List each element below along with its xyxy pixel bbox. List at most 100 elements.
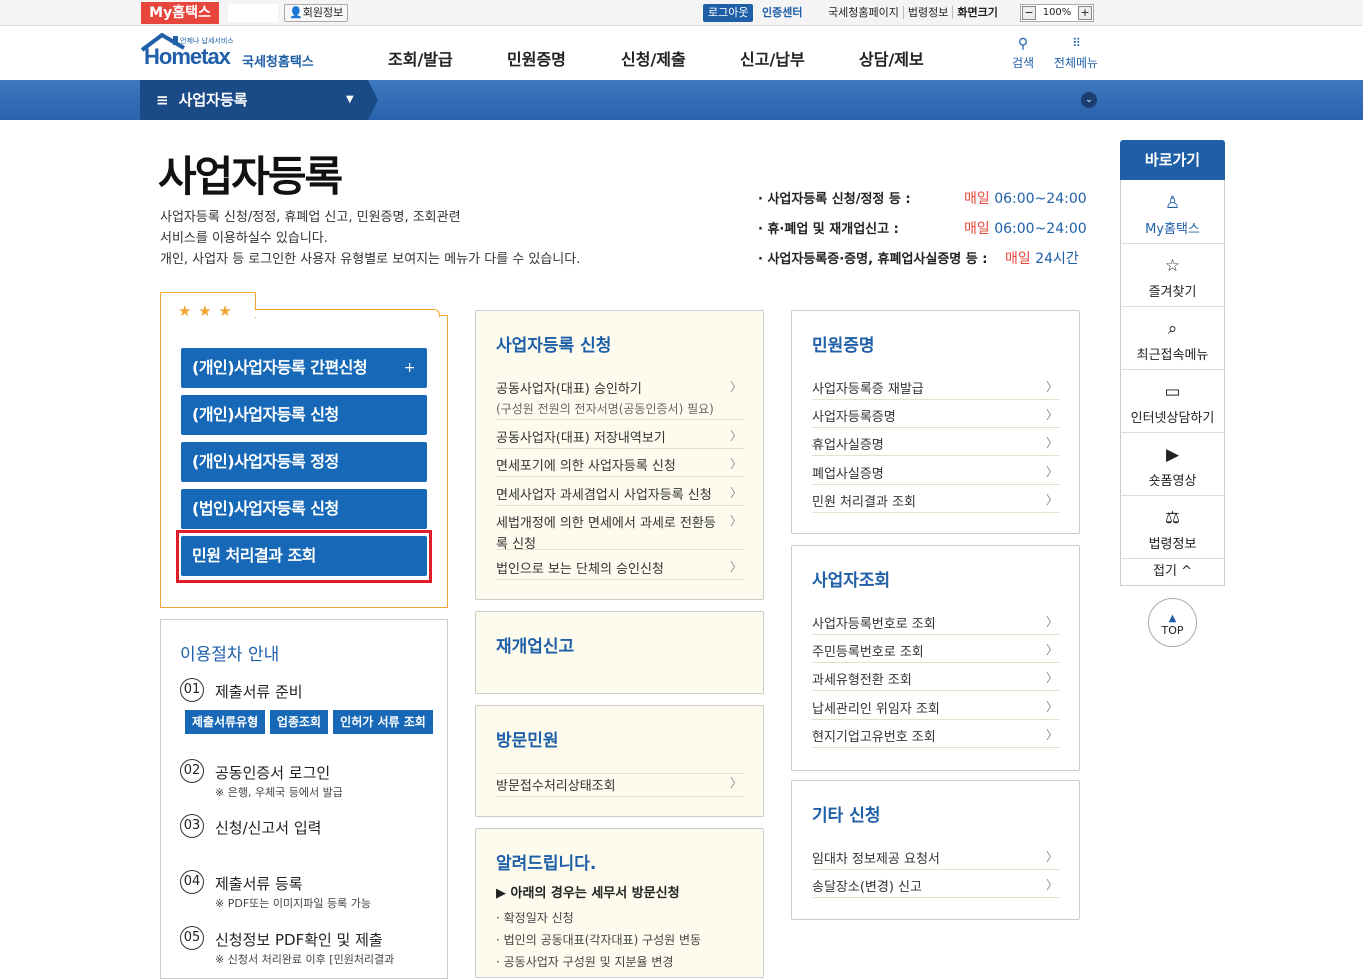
hours-label-3: · 사업자등록증·증명, 휴폐업사실증명 등 :: [758, 252, 988, 267]
panel-link[interactable]: 과세유형전환 조회 〉: [812, 669, 1060, 691]
panel-link[interactable]: 사업자등록증 재발급 〉: [812, 378, 1060, 400]
cert-panel-title: 민원증명: [812, 336, 875, 356]
caret-down-icon[interactable]: ▼: [346, 80, 354, 120]
chevron-right-icon: 〉: [729, 486, 742, 500]
panel-link[interactable]: 면세포기에 의한 사업자등록 신청 〉: [496, 455, 744, 477]
chevron-right-icon: 〉: [1045, 436, 1058, 450]
panel-link[interactable]: 휴업사실증명 〉: [812, 434, 1060, 456]
chevron-right-icon: 〉: [1045, 493, 1058, 507]
guide-title: 이용절차 안내: [180, 645, 280, 665]
quick-short-video[interactable]: ▶ 숏폼영상: [1120, 433, 1225, 496]
hamburger-icon: ≡: [156, 91, 169, 109]
chevron-right-icon: 〉: [729, 380, 742, 394]
permit-doc-button[interactable]: 인허가 서류 조회: [333, 710, 433, 734]
step-title: 공동인증서 로그인: [215, 764, 331, 782]
nav-expand-icon[interactable]: ⌄: [1081, 92, 1097, 108]
quick-online-consult[interactable]: ▭ 인터넷상담하기: [1120, 370, 1225, 433]
recent-search-icon: ⌕: [1167, 319, 1178, 339]
user-name: [228, 4, 278, 22]
panel-link[interactable]: 공동사업자(대표) 승인하기 (구성원 전원의 전자서명(공동인증서) 필요) 〉: [496, 378, 744, 420]
notice-lead: ▶ 아래의 경우는 세무서 방문신청: [496, 886, 680, 901]
member-info-button[interactable]: 👤회원정보: [284, 4, 349, 22]
panel-link[interactable]: 법인으로 보는 단체의 승인신청 〉: [496, 558, 744, 580]
step-title: 제출서류 등록: [215, 875, 303, 893]
gnb-item-certificate[interactable]: 민원증명: [507, 46, 566, 70]
gnb-item-report[interactable]: 신고/납부: [740, 46, 805, 70]
chevron-right-icon: 〉: [1045, 643, 1058, 657]
panel-link[interactable]: 면세사업자 과세겸업시 사업자등록 신청 〉: [496, 484, 744, 506]
panel-link[interactable]: 현지기업고유번호 조회 〉: [812, 726, 1060, 748]
chevron-right-icon: 〉: [1045, 878, 1058, 892]
gnb-item-apply[interactable]: 신청/제출: [621, 46, 686, 70]
panel-link[interactable]: 송달장소(변경) 신고 〉: [812, 876, 1060, 898]
doc-type-button[interactable]: 제출서류유형: [185, 710, 265, 734]
plus-icon: +: [403, 360, 416, 376]
gnb-item-consult[interactable]: 상담/제보: [859, 46, 924, 70]
step-number: 01: [180, 678, 204, 702]
reopen-panel-title[interactable]: 재개업신고: [496, 632, 574, 657]
logo-wordmark: Hometax: [144, 44, 231, 69]
step-title: 신청/신고서 입력: [215, 819, 322, 837]
all-menu-button[interactable]: ⠿ 전체메뉴: [1050, 36, 1102, 71]
quick-recent-menu[interactable]: ⌕ 최근접속메뉴: [1120, 307, 1225, 370]
step-number: 03: [180, 814, 204, 838]
panel-link[interactable]: 사업자등록증명 〉: [812, 406, 1060, 428]
simple-apply-button[interactable]: (개인)사업자등록 간편신청 +: [181, 348, 427, 388]
chevron-right-icon: 〉: [1045, 408, 1058, 422]
panel-link[interactable]: 납세관리인 위임자 조회 〉: [812, 698, 1060, 720]
step-number: 05: [180, 926, 204, 950]
panel-link[interactable]: 세법개정에 의한 면세에서 과세로 전환등 록 신청 〉: [496, 512, 744, 552]
star-icon: ★ ★ ★: [178, 302, 233, 320]
logout-button[interactable]: 로그아웃: [703, 4, 754, 22]
personal-correct-button[interactable]: (개인)사업자등록 정정: [181, 442, 427, 482]
quick-law-info[interactable]: ⚖ 법령정보: [1120, 496, 1225, 559]
panel-link[interactable]: 공동사업자(대표) 저장내역보기 〉: [496, 427, 744, 449]
chevron-right-icon: 〉: [729, 457, 742, 471]
gnb-item-lookup[interactable]: 조회/발급: [388, 46, 453, 70]
member-info-label: 회원정보: [302, 6, 344, 19]
personal-apply-button[interactable]: (개인)사업자등록 신청: [181, 395, 427, 435]
screen-size-label: 화면크기: [952, 6, 1002, 19]
panel-link[interactable]: 주민등록번호로 조회 〉: [812, 641, 1060, 663]
lookup-panel-title: 사업자조회: [812, 571, 891, 591]
panel-link[interactable]: 민원 처리결과 조회 〉: [812, 491, 1060, 513]
chevron-right-icon: 〉: [729, 560, 742, 574]
nts-homepage-link[interactable]: 국세청홈페이지: [824, 6, 903, 19]
panel-link[interactable]: 방문접수처리상태조회 〉: [496, 773, 744, 797]
panel-link[interactable]: 임대차 정보제공 요청서 〉: [812, 848, 1060, 870]
hours-value-3: 매일 24시간: [1005, 251, 1079, 267]
hours-value-1: 매일 06:00~24:00: [964, 191, 1087, 207]
hours-value-2: 매일 06:00~24:00: [964, 221, 1087, 237]
grid-icon: ⠿: [1072, 36, 1081, 50]
law-info-link[interactable]: 법령정보: [902, 6, 953, 19]
chevron-right-icon: 〉: [1045, 465, 1058, 479]
panel-link[interactable]: 폐업사실증명 〉: [812, 463, 1060, 485]
step-title: 제출서류 준비: [215, 683, 303, 701]
zoom-level: 100%: [1042, 7, 1072, 18]
quick-menu-title: 바로가기: [1120, 140, 1225, 180]
my-hometax-button[interactable]: My홈택스: [141, 2, 219, 24]
quick-favorites[interactable]: ☆ 즐겨찾기: [1120, 244, 1225, 307]
nav-current-label: ≡ 사업자등록: [156, 91, 248, 109]
notice-item: · 공동사업자 구성원 및 지분율 변경: [496, 955, 674, 969]
quick-my-hometax[interactable]: ♙ My홈택스: [1120, 181, 1225, 244]
industry-lookup-button[interactable]: 업종조회: [270, 710, 328, 734]
hometax-logo[interactable]: 언제나 납세서비스 Hometax 국세청홈택스: [140, 32, 325, 74]
all-menu-label: 전체메뉴: [1053, 56, 1099, 70]
visit-panel-title: 방문민원: [496, 731, 559, 751]
top-button[interactable]: ▲ TOP: [1148, 598, 1197, 647]
panel-link[interactable]: 사업자등록번호로 조회 〉: [812, 613, 1060, 635]
header-search-button[interactable]: ⚲ 검색: [1008, 36, 1038, 71]
person-icon: 👤: [289, 6, 303, 19]
zoom-control: − 100% +: [1020, 4, 1094, 22]
favorite-tab-line: [254, 309, 440, 317]
notice-panel-title: 알려드립니다.: [496, 854, 597, 874]
step-number: 02: [180, 759, 204, 783]
chevron-right-icon: 〉: [1045, 728, 1058, 742]
zoom-out-button[interactable]: −: [1022, 6, 1036, 20]
cert-center-link[interactable]: 인증센터: [762, 4, 802, 22]
page-title: 사업자등록: [158, 152, 343, 201]
zoom-in-button[interactable]: +: [1078, 6, 1092, 20]
fold-button[interactable]: 접기 ^: [1120, 560, 1225, 584]
corporate-apply-button[interactable]: (법인)사업자등록 신청: [181, 489, 427, 529]
